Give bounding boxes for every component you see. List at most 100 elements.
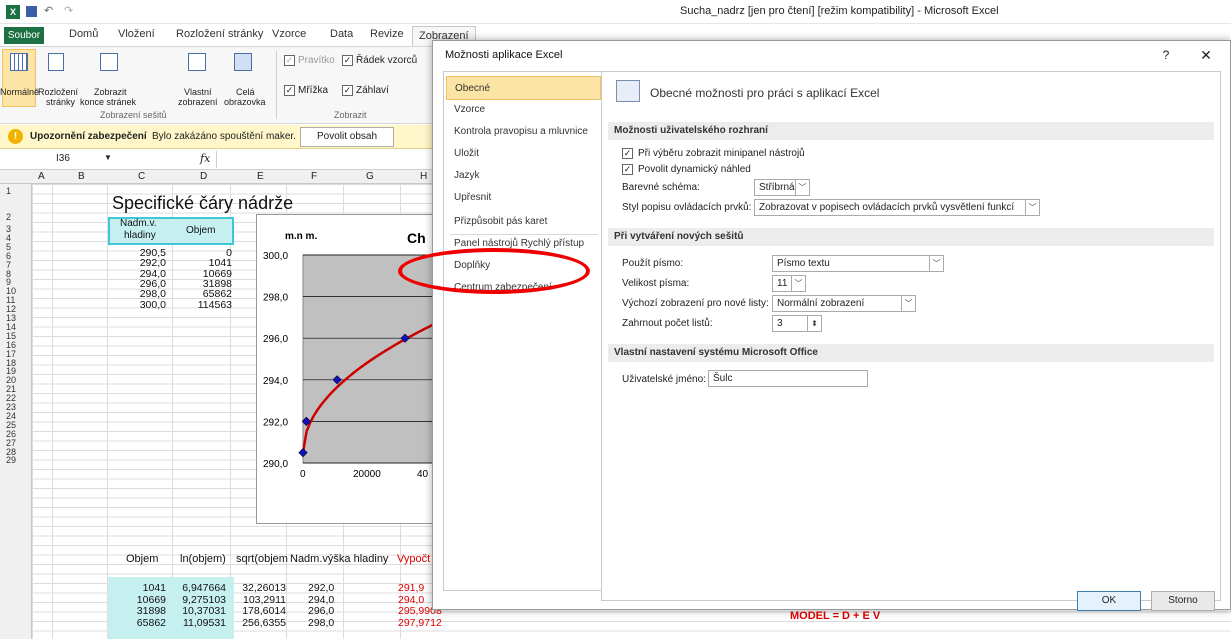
cancel-button[interactable]: Storno	[1151, 591, 1215, 611]
col-b[interactable]: B	[78, 171, 85, 182]
tab-home[interactable]: Domů	[69, 28, 98, 40]
lower-header-sqrt[interactable]: sqrt(objem	[236, 553, 288, 565]
redo-icon[interactable]: ↷	[64, 4, 73, 17]
font-size-select[interactable]: 11 ﹀	[772, 275, 806, 292]
tooltip-style-select[interactable]: Zobrazovat v popisech ovládacích prvků v…	[754, 199, 1040, 216]
col-g[interactable]: G	[366, 171, 374, 182]
fx-icon[interactable]: fx	[200, 152, 210, 165]
tab-formulas[interactable]: Vzorce	[272, 28, 306, 40]
header-volume[interactable]: Objem	[186, 225, 215, 236]
tooltip-style-label: Styl popisu ovládacích prvků:	[622, 202, 752, 213]
col-line	[52, 184, 53, 639]
sheet-count-stepper[interactable]: 3 ⬍	[772, 315, 822, 332]
name-box-dropdown-icon[interactable]: ▼	[104, 153, 112, 162]
save-icon[interactable]	[26, 6, 37, 17]
font-select[interactable]: Písmo textu ﹀	[772, 255, 944, 272]
row-header[interactable]: 1	[6, 186, 11, 196]
cell-volume[interactable]: 114563	[170, 299, 232, 311]
col-f[interactable]: F	[311, 171, 317, 182]
cell-computed[interactable]: 9,275103	[168, 594, 226, 606]
sheet-title[interactable]: Specifické čáry nádrže	[112, 193, 293, 214]
col-e[interactable]: E	[257, 171, 264, 182]
lower-header-computed[interactable]: Vypočt	[397, 553, 430, 565]
chevron-down-icon: ﹀	[929, 256, 943, 271]
cell-computed[interactable]: 294,0	[308, 594, 334, 606]
cell-computed[interactable]: 1041	[108, 582, 166, 594]
nav-customize-ribbon[interactable]: Přizpůsobit pás karet	[446, 210, 601, 234]
enable-content-button[interactable]: Povolit obsah	[300, 127, 394, 147]
header-level-2[interactable]: hladiny	[124, 230, 156, 241]
lower-header-volume[interactable]: Objem	[126, 553, 158, 565]
col-h[interactable]: H	[420, 171, 427, 182]
cell-computed[interactable]: 10669	[108, 594, 166, 606]
nav-language[interactable]: Jazyk	[446, 164, 601, 188]
cell-computed[interactable]: 10,37031	[168, 605, 226, 617]
page-layout-label-2[interactable]: stránky	[46, 97, 75, 107]
lower-header-ln[interactable]: ln(objem)	[180, 553, 226, 565]
custom-views-label-1[interactable]: Vlastní	[184, 87, 212, 97]
ruler-checkbox[interactable]: ✓	[284, 55, 295, 66]
help-button[interactable]: ?	[1156, 45, 1176, 65]
nav-proofing[interactable]: Kontrola pravopisu a mluvnice	[446, 120, 601, 144]
full-screen-label-2[interactable]: obrazovka	[224, 97, 266, 107]
username-label: Uživatelské jméno:	[622, 374, 706, 385]
cell-computed[interactable]: 178,6014	[230, 605, 286, 617]
close-button[interactable]: ✕	[1196, 45, 1216, 65]
full-screen-label-1[interactable]: Celá	[236, 87, 255, 97]
ribbon-view: Normálně Rozložení stránky Zobrazit konc…	[0, 46, 440, 124]
default-view-select[interactable]: Normální zobrazení ﹀	[772, 295, 916, 312]
col-d[interactable]: D	[200, 171, 207, 182]
cell-computed[interactable]: 296,0	[308, 605, 334, 617]
name-box[interactable]: I36	[56, 153, 70, 164]
tab-file[interactable]: Soubor	[4, 27, 44, 44]
cell-computed[interactable]: 294,0	[398, 594, 424, 606]
cell-computed[interactable]: 292,0	[308, 582, 334, 594]
nav-general[interactable]: Obecné	[446, 76, 601, 100]
cell-computed[interactable]: 103,2911	[230, 594, 286, 606]
cell-computed[interactable]: 32,26013	[230, 582, 286, 594]
col-c[interactable]: C	[138, 171, 145, 182]
undo-icon[interactable]: ↶	[44, 4, 53, 17]
cell-computed[interactable]: 297,9712	[398, 617, 442, 629]
chevron-down-icon: ﹀	[791, 276, 805, 291]
window-title: Sucha_nadrz [jen pro čtení] [režim kompa…	[680, 5, 999, 17]
nav-save[interactable]: Uložit	[446, 142, 601, 166]
page-break-label-2[interactable]: konce stránek	[80, 97, 136, 107]
font-size-value: 11	[777, 278, 788, 289]
cell-computed[interactable]: 11,09531	[168, 617, 226, 629]
cell-computed[interactable]: 256,6355	[230, 617, 286, 629]
username-input[interactable]: Šulc	[708, 370, 868, 387]
cell-computed[interactable]: 298,0	[308, 617, 334, 629]
col-a[interactable]: A	[38, 171, 45, 182]
ok-button[interactable]: OK	[1077, 591, 1141, 611]
lower-header-level[interactable]: Nadm.výška hladiny	[290, 553, 388, 565]
y-tick-label: 294,0	[263, 376, 288, 387]
live-preview-label: Povolit dynamický náhled	[638, 164, 751, 175]
cell-computed[interactable]: 291,9	[398, 582, 424, 594]
headings-checkbox[interactable]: ✓	[342, 85, 353, 96]
minitoolbar-checkbox[interactable]: ✓	[622, 148, 633, 159]
header-level-1[interactable]: Nadm.v.	[120, 218, 157, 229]
font-value: Písmo textu	[777, 258, 830, 269]
row-header[interactable]: 29	[6, 455, 16, 465]
gridlines-checkbox[interactable]: ✓	[284, 85, 295, 96]
cell-computed[interactable]: 65862	[108, 617, 166, 629]
formula-bar-checkbox[interactable]: ✓	[342, 55, 353, 66]
custom-views-label-2[interactable]: zobrazení	[178, 97, 218, 107]
spinner-icon[interactable]: ⬍	[807, 316, 821, 331]
row-header[interactable]: 2	[6, 212, 11, 222]
live-preview-checkbox[interactable]: ✓	[622, 164, 633, 175]
tab-page-layout[interactable]: Rozložení stránky	[176, 28, 263, 40]
cell-computed[interactable]: 31898	[108, 605, 166, 617]
tab-data[interactable]: Data	[330, 28, 353, 40]
color-scheme-select[interactable]: Stříbrná ﹀	[754, 179, 810, 196]
tab-insert[interactable]: Vložení	[118, 28, 155, 40]
tab-review[interactable]: Revize	[370, 28, 404, 40]
nav-advanced[interactable]: Upřesnit	[446, 186, 601, 210]
content-header: Obecné možnosti pro práci s aplikací Exc…	[650, 86, 880, 100]
page-layout-label-1[interactable]: Rozložení	[38, 87, 78, 97]
cell-computed[interactable]: 6,947664	[168, 582, 226, 594]
nav-formulas[interactable]: Vzorce	[446, 98, 601, 122]
page-break-label-1[interactable]: Zobrazit	[94, 87, 127, 97]
cell-level[interactable]: 300,0	[108, 299, 166, 311]
